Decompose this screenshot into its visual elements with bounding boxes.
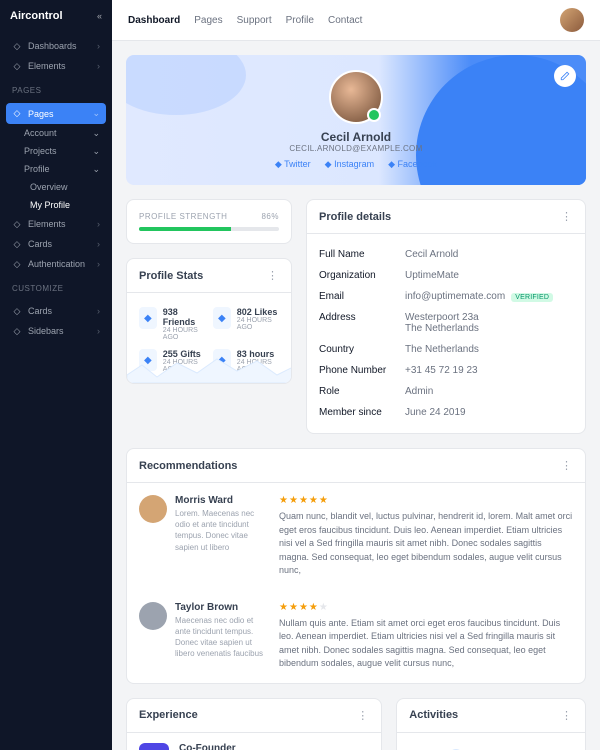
details-title: Profile details bbox=[319, 211, 391, 223]
nav-icon: ◇ bbox=[12, 41, 22, 51]
nav-icon: ◇ bbox=[12, 306, 22, 316]
strength-value: 86% bbox=[261, 212, 279, 221]
sidebar-item-elements[interactable]: ◇Elements› bbox=[0, 56, 112, 76]
chevron-down-icon: ⌄ bbox=[92, 128, 100, 139]
nav-heading-pages: PAGES bbox=[0, 80, 112, 99]
chevron-down-icon: ⌄ bbox=[92, 146, 100, 157]
chevron-right-icon: › bbox=[97, 61, 100, 71]
stat-item: ◆938 Friends24 HOURS AGO bbox=[139, 307, 205, 341]
topnav-pages[interactable]: Pages bbox=[194, 15, 222, 26]
rec-avatar bbox=[139, 602, 167, 630]
profile-details-card: Profile details ⋮ Full NameCecil ArnoldO… bbox=[306, 199, 586, 434]
recommendations-card: Recommendations ⋮ Morris WardLorem. Maec… bbox=[126, 448, 586, 684]
profile-email: CECIL.ARNOLD@EXAMPLE.COM bbox=[289, 144, 422, 153]
topnav-contact[interactable]: Contact bbox=[328, 15, 362, 26]
act-title: Activities bbox=[409, 709, 458, 721]
recommendation-item: Morris WardLorem. Maecenas nec odio et a… bbox=[127, 483, 585, 590]
chevron-right-icon: › bbox=[97, 41, 100, 51]
exp-title: Experience bbox=[139, 709, 198, 721]
activities-card: Activities ⋮ 13:48●Published a post abou… bbox=[396, 698, 586, 750]
sidebar-sub-overview[interactable]: Overview bbox=[0, 178, 112, 196]
user-avatar[interactable] bbox=[560, 8, 584, 32]
heart-icon: ◆ bbox=[213, 307, 231, 329]
activity-item: 13:48●Published a post about building th… bbox=[409, 743, 573, 750]
social-instagram[interactable]: ◆ Instagram bbox=[325, 159, 374, 170]
stats-more-icon[interactable]: ⋮ bbox=[267, 269, 279, 282]
detail-row: Member sinceJune 24 2019 bbox=[319, 402, 573, 423]
sidebar-item-dashboards[interactable]: ◇Dashboards› bbox=[0, 36, 112, 56]
profile-strength-card: PROFILE STRENGTH 86% bbox=[126, 199, 292, 244]
sidebar-item-pages[interactable]: ◇Pages⌄ bbox=[6, 103, 106, 124]
detail-row: CountryThe Netherlands bbox=[319, 339, 573, 360]
topnav-support[interactable]: Support bbox=[237, 15, 272, 26]
detail-row: Full NameCecil Arnold bbox=[319, 244, 573, 265]
sidebar-collapse-icon[interactable]: « bbox=[97, 11, 102, 21]
recommendation-item: Taylor BrownMaecenas nec odio et ante ti… bbox=[127, 590, 585, 683]
nav-icon: ◇ bbox=[12, 239, 22, 249]
company-icon: ▮ bbox=[139, 743, 169, 750]
chevron-icon: › bbox=[97, 239, 100, 249]
users-icon: ◆ bbox=[139, 307, 157, 329]
chevron-icon: › bbox=[97, 259, 100, 269]
details-more-icon[interactable]: ⋮ bbox=[561, 210, 573, 223]
strength-bar bbox=[139, 227, 231, 231]
top-nav: Dashboard Pages Support Profile Contact bbox=[128, 15, 362, 26]
nav-heading-customize: CUSTOMIZE bbox=[0, 278, 112, 297]
rec-avatar bbox=[139, 495, 167, 523]
nav-icon: ◇ bbox=[12, 109, 22, 119]
topnav-profile[interactable]: Profile bbox=[286, 15, 314, 26]
instagram-icon: ◆ bbox=[325, 159, 332, 169]
chevron-icon: ⌄ bbox=[92, 108, 100, 119]
sidebar-sub-account[interactable]: Account⌄ bbox=[0, 124, 112, 142]
verified-badge: VERIFIED bbox=[511, 293, 553, 302]
social-twitter[interactable]: ◆ Twitter bbox=[275, 159, 311, 170]
edit-profile-button[interactable] bbox=[554, 65, 576, 87]
stats-title: Profile Stats bbox=[139, 270, 203, 282]
sidebar: Aircontrol « ◇Dashboards›◇Elements› PAGE… bbox=[0, 0, 112, 750]
chevron-down-icon: ⌄ bbox=[92, 164, 100, 175]
sidebar-sub-profile[interactable]: Profile⌄ bbox=[0, 160, 112, 178]
profile-stats-card: Profile Stats ⋮ ◆938 Friends24 HOURS AGO… bbox=[126, 258, 292, 384]
detail-row: Phone Number+31 45 72 19 23 bbox=[319, 360, 573, 381]
chevron-right-icon: › bbox=[97, 306, 100, 316]
topbar: Dashboard Pages Support Profile Contact bbox=[112, 0, 600, 41]
star-rating: ★★★★★ bbox=[279, 495, 573, 506]
detail-row: AddressWesterpoort 23aThe Netherlands bbox=[319, 307, 573, 339]
chevron-right-icon: › bbox=[97, 326, 100, 336]
sidebar-sub-my-profile[interactable]: My Profile bbox=[0, 196, 112, 214]
brand-logo: Aircontrol bbox=[10, 10, 63, 22]
nav-icon: ◇ bbox=[12, 326, 22, 336]
social-facebook[interactable]: ◆ Facebook bbox=[388, 159, 437, 170]
stat-item: ◆802 Likes24 HOURS AGO bbox=[213, 307, 279, 341]
detail-row: OrganizationUptimeMate bbox=[319, 265, 573, 286]
detail-row: RoleAdmin bbox=[319, 381, 573, 402]
sidebar-item-elements[interactable]: ◇Elements› bbox=[0, 214, 112, 234]
strength-label: PROFILE STRENGTH bbox=[139, 212, 227, 221]
sidebar-sub-projects[interactable]: Projects⌄ bbox=[0, 142, 112, 160]
act-more-icon[interactable]: ⋮ bbox=[561, 709, 573, 722]
recs-title: Recommendations bbox=[139, 460, 237, 472]
sidebar-item-authentication[interactable]: ◇Authentication› bbox=[0, 254, 112, 274]
facebook-icon: ◆ bbox=[388, 159, 395, 169]
experience-card: Experience ⋮ ▮Co-FounderUPTIMEMATE · SEL… bbox=[126, 698, 382, 750]
sidebar-item-sidebars[interactable]: ◇Sidebars› bbox=[0, 321, 112, 341]
nav-icon: ◇ bbox=[12, 219, 22, 229]
profile-name: Cecil Arnold bbox=[321, 130, 391, 144]
detail-row: Emailinfo@uptimemate.comVERIFIED bbox=[319, 286, 573, 307]
twitter-icon: ◆ bbox=[275, 159, 282, 169]
nav-icon: ◇ bbox=[12, 259, 22, 269]
sidebar-item-cards[interactable]: ◇Cards› bbox=[0, 301, 112, 321]
profile-avatar bbox=[329, 70, 383, 124]
exp-more-icon[interactable]: ⋮ bbox=[357, 709, 369, 722]
recs-more-icon[interactable]: ⋮ bbox=[561, 459, 573, 472]
nav-icon: ◇ bbox=[12, 61, 22, 71]
sidebar-item-cards[interactable]: ◇Cards› bbox=[0, 234, 112, 254]
profile-hero: Cecil Arnold CECIL.ARNOLD@EXAMPLE.COM ◆ … bbox=[126, 55, 586, 185]
topnav-dashboard[interactable]: Dashboard bbox=[128, 15, 180, 26]
experience-item: ▮Co-FounderUPTIMEMATE · SELF-EMPLOYEDJan… bbox=[139, 743, 369, 750]
chevron-icon: › bbox=[97, 219, 100, 229]
star-rating: ★★★★★ bbox=[279, 602, 573, 613]
